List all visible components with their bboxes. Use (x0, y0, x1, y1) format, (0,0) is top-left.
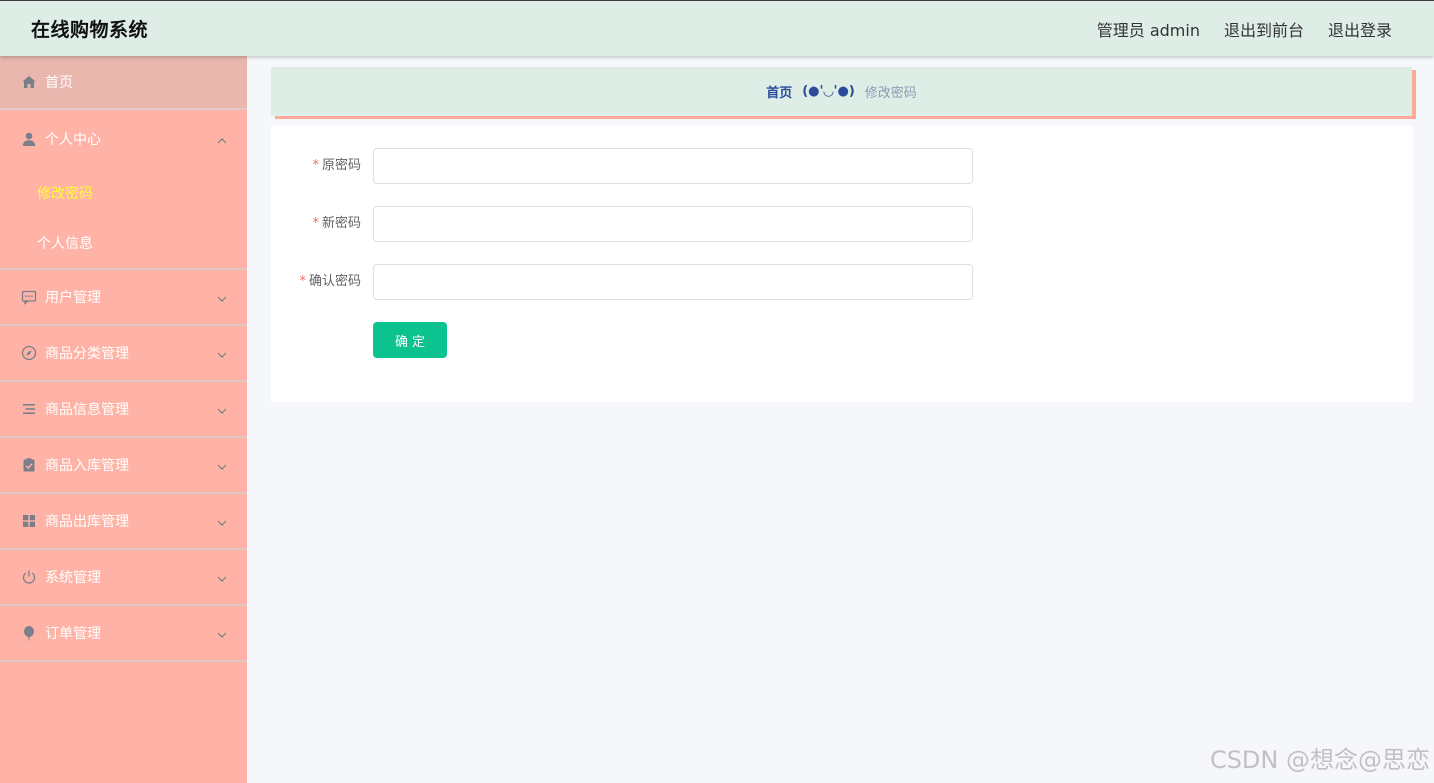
list-icon (21, 401, 37, 417)
power-icon (21, 569, 37, 585)
confirm-password-label: * 确认密码 (299, 264, 361, 300)
sidebar-subitem-personal-info[interactable]: 个人信息 (0, 218, 247, 268)
grid-icon (21, 513, 37, 529)
sidebar-item-label: 商品出库管理 (45, 514, 129, 530)
compass-icon (21, 345, 37, 361)
breadcrumb-current: 修改密码 (864, 86, 917, 101)
chevron-down-icon (217, 572, 227, 582)
clipboard-check-icon (21, 457, 37, 473)
new-password-label: * 新密码 (312, 206, 361, 242)
sidebar-item-order-management[interactable]: 订单管理 (0, 606, 247, 662)
user-icon (21, 131, 37, 147)
top-nav: 管理员 admin 退出到前台 退出登录 (1097, 17, 1392, 41)
old-password-row: * 原密码 (271, 148, 1413, 184)
sidebar-item-label: 系统管理 (45, 570, 101, 586)
chevron-down-icon (217, 628, 227, 638)
top-header: 在线购物系统 管理员 admin 退出到前台 退出登录 (0, 0, 1434, 56)
old-password-label: * 原密码 (312, 148, 361, 184)
sidebar-item-label: 商品入库管理 (45, 458, 129, 474)
sidebar-item-stock-out-management[interactable]: 商品出库管理 (0, 494, 247, 550)
old-password-input[interactable] (373, 148, 973, 184)
breadcrumb-home-link[interactable]: 首页 (766, 82, 792, 101)
user-label: 管理员 admin (1096, 21, 1200, 40)
required-mark: * (312, 216, 319, 231)
required-mark: * (299, 274, 306, 289)
personal-center-submenu: 修改密码 个人信息 (0, 168, 247, 270)
sidebar-item-category-management[interactable]: 商品分类管理 (0, 326, 247, 382)
confirm-password-label-text: 确认密码 (308, 274, 361, 289)
sidebar: 首页 个人中心 修改密码 个人信息 用户管理 商品分类管理 商品信息管理 商品入… (0, 56, 247, 783)
sidebar-item-stock-in-management[interactable]: 商品入库管理 (0, 438, 247, 494)
sidebar-item-label: 商品信息管理 (45, 402, 129, 418)
confirm-password-row: * 确认密码 (271, 264, 1413, 300)
app-title: 在线购物系统 (31, 19, 149, 41)
new-password-row: * 新密码 (271, 206, 1413, 242)
chevron-down-icon (217, 404, 227, 414)
sidebar-item-user-management[interactable]: 用户管理 (0, 270, 247, 326)
chevron-down-icon (217, 460, 227, 470)
chat-dots-icon (21, 289, 37, 305)
breadcrumb: 首页 (●'◡'●) 修改密码 (271, 67, 1412, 116)
old-password-label-text: 原密码 (321, 158, 361, 173)
confirm-password-input[interactable] (373, 264, 973, 300)
chevron-down-icon (217, 348, 227, 358)
sidebar-item-label: 商品分类管理 (45, 346, 129, 362)
sidebar-subitem-change-password[interactable]: 修改密码 (0, 168, 247, 218)
chevron-down-icon (217, 292, 227, 302)
sidebar-item-personal-center[interactable]: 个人中心 (0, 110, 247, 168)
chevron-down-icon (217, 516, 227, 526)
sidebar-item-home[interactable]: 首页 (0, 56, 247, 110)
breadcrumb-separator: (●'◡'●) (802, 84, 855, 99)
sidebar-item-label: 首页 (45, 75, 73, 91)
new-password-label-text: 新密码 (321, 216, 361, 231)
watermark: CSDN @想念@思恋 (1209, 746, 1430, 774)
home-icon (21, 74, 37, 90)
new-password-input[interactable] (373, 206, 973, 242)
chevron-up-icon (217, 134, 227, 144)
sidebar-item-label: 个人中心 (45, 132, 101, 148)
balloon-icon (21, 625, 37, 641)
required-mark: * (312, 158, 319, 173)
sidebar-item-label: 用户管理 (45, 290, 101, 306)
confirm-button[interactable]: 确定 (373, 322, 447, 358)
sidebar-item-system-management[interactable]: 系统管理 (0, 550, 247, 606)
change-password-form: * 原密码 * 新密码 * 确认密码 确定 (271, 125, 1413, 402)
logout-link[interactable]: 退出登录 (1328, 17, 1392, 41)
sidebar-item-product-info-management[interactable]: 商品信息管理 (0, 382, 247, 438)
sidebar-item-label: 订单管理 (45, 626, 101, 642)
exit-to-front-link[interactable]: 退出到前台 (1224, 17, 1304, 41)
